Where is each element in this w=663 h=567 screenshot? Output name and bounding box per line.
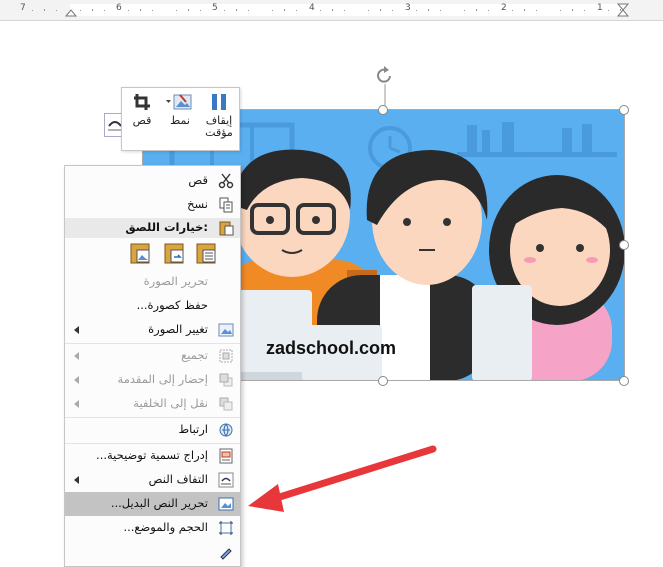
crop-label: قص xyxy=(132,114,152,127)
wrap-text-icon xyxy=(218,472,234,488)
submenu-arrow-icon xyxy=(74,400,79,408)
paste-text-icon xyxy=(196,243,216,264)
resize-handle-top[interactable] xyxy=(378,105,388,115)
paste-merge-button[interactable] xyxy=(163,242,187,264)
menu-label: إدراج تسمية توضيحية... xyxy=(96,448,208,462)
menu-item-group[interactable]: تجميع xyxy=(65,344,240,368)
left-indent-marker[interactable] xyxy=(64,9,78,17)
menu-item-bring-to-front[interactable]: إحضار إلى المقدمة xyxy=(65,368,240,392)
crop-icon xyxy=(134,94,150,110)
annotation-arrow xyxy=(248,445,437,512)
context-menu: قص نسخ خيارات اللصق: تحرير الصورة حفظ كص… xyxy=(64,165,241,567)
menu-item-edit-picture[interactable]: تحرير الصورة xyxy=(65,270,240,294)
paste-text-only-button[interactable] xyxy=(195,242,219,264)
menu-item-change-picture[interactable]: تغيير الصورة xyxy=(65,318,240,342)
rotate-handle[interactable] xyxy=(373,64,397,110)
right-indent-marker[interactable] xyxy=(616,9,630,17)
menu-label: تغيير الصورة xyxy=(148,322,208,336)
paste-options-header: خيارات اللصق: xyxy=(65,218,240,238)
menu-label: ارتباط xyxy=(178,422,208,436)
style-button[interactable]: نمط xyxy=(163,92,197,127)
menu-label: التفاف النص xyxy=(148,472,208,486)
menu-label: إحضار إلى المقدمة xyxy=(117,372,208,386)
picture-style-icon xyxy=(166,94,192,110)
menu-item-cut[interactable]: قص xyxy=(65,169,240,193)
menu-item-send-to-back[interactable]: نقل إلى الخلفية xyxy=(65,392,240,416)
copy-icon xyxy=(219,197,233,213)
menu-label: تحرير النص البديل... xyxy=(110,496,208,510)
menu-item-save-as-picture[interactable]: حفظ كصورة... xyxy=(65,294,240,318)
send-backward-icon xyxy=(219,397,233,411)
group-icon xyxy=(219,349,233,363)
resize-handle-top-right[interactable] xyxy=(619,105,629,115)
first-line-indent-marker[interactable] xyxy=(616,3,630,11)
menu-item-format-picture[interactable] xyxy=(65,540,240,564)
menu-item-insert-caption[interactable]: إدراج تسمية توضيحية... xyxy=(65,444,240,468)
horizontal-ruler[interactable]: 7 6 5 4 3 2 1 xyxy=(0,0,663,21)
paste-merge-icon xyxy=(164,243,184,264)
menu-label: قص xyxy=(188,173,208,187)
menu-label: نقل إلى الخلفية xyxy=(133,396,208,410)
pause-button[interactable]: إيقاف مؤقت xyxy=(203,92,235,139)
menu-label: الحجم والموضع... xyxy=(123,520,208,534)
format-picture-icon xyxy=(220,548,232,560)
style-label: نمط xyxy=(170,114,190,127)
menu-item-size-position[interactable]: الحجم والموضع... xyxy=(65,516,240,540)
paste-keep-format-button[interactable] xyxy=(129,242,153,264)
paste-options-label: خيارات اللصق: xyxy=(125,220,208,234)
alt-text-icon xyxy=(218,497,234,511)
clipboard-icon xyxy=(219,221,234,236)
pause-icon xyxy=(212,94,226,110)
submenu-arrow-icon xyxy=(74,352,79,360)
change-picture-icon xyxy=(218,323,234,337)
pause-label-2: مؤقت xyxy=(205,126,233,139)
link-icon xyxy=(219,423,233,437)
menu-item-wrap-text[interactable]: التفاف النص xyxy=(65,468,240,492)
paste-picture-icon xyxy=(130,243,150,264)
menu-label: تجميع xyxy=(181,348,208,362)
caption-icon xyxy=(219,448,233,464)
menu-item-edit-alt-text[interactable]: تحرير النص البديل... xyxy=(65,492,240,516)
submenu-arrow-icon xyxy=(74,476,79,484)
submenu-arrow-icon xyxy=(74,376,79,384)
resize-handle-bottom[interactable] xyxy=(378,376,388,386)
menu-item-copy[interactable]: نسخ xyxy=(65,193,240,217)
scissors-icon xyxy=(218,173,234,189)
resize-handle-bottom-right[interactable] xyxy=(619,376,629,386)
menu-label: حفظ كصورة... xyxy=(136,298,208,312)
ruler-ticks xyxy=(32,3,630,17)
mini-toolbar: إيقاف مؤقت نمط قص xyxy=(121,87,240,151)
size-position-icon xyxy=(219,521,233,535)
submenu-arrow-icon xyxy=(74,326,79,334)
bring-forward-icon xyxy=(219,373,233,387)
crop-button[interactable]: قص xyxy=(127,92,157,127)
menu-item-link[interactable]: ارتباط xyxy=(65,418,240,442)
resize-handle-right[interactable] xyxy=(619,240,629,250)
menu-label: تحرير الصورة xyxy=(143,274,208,288)
menu-label: نسخ xyxy=(187,197,208,211)
